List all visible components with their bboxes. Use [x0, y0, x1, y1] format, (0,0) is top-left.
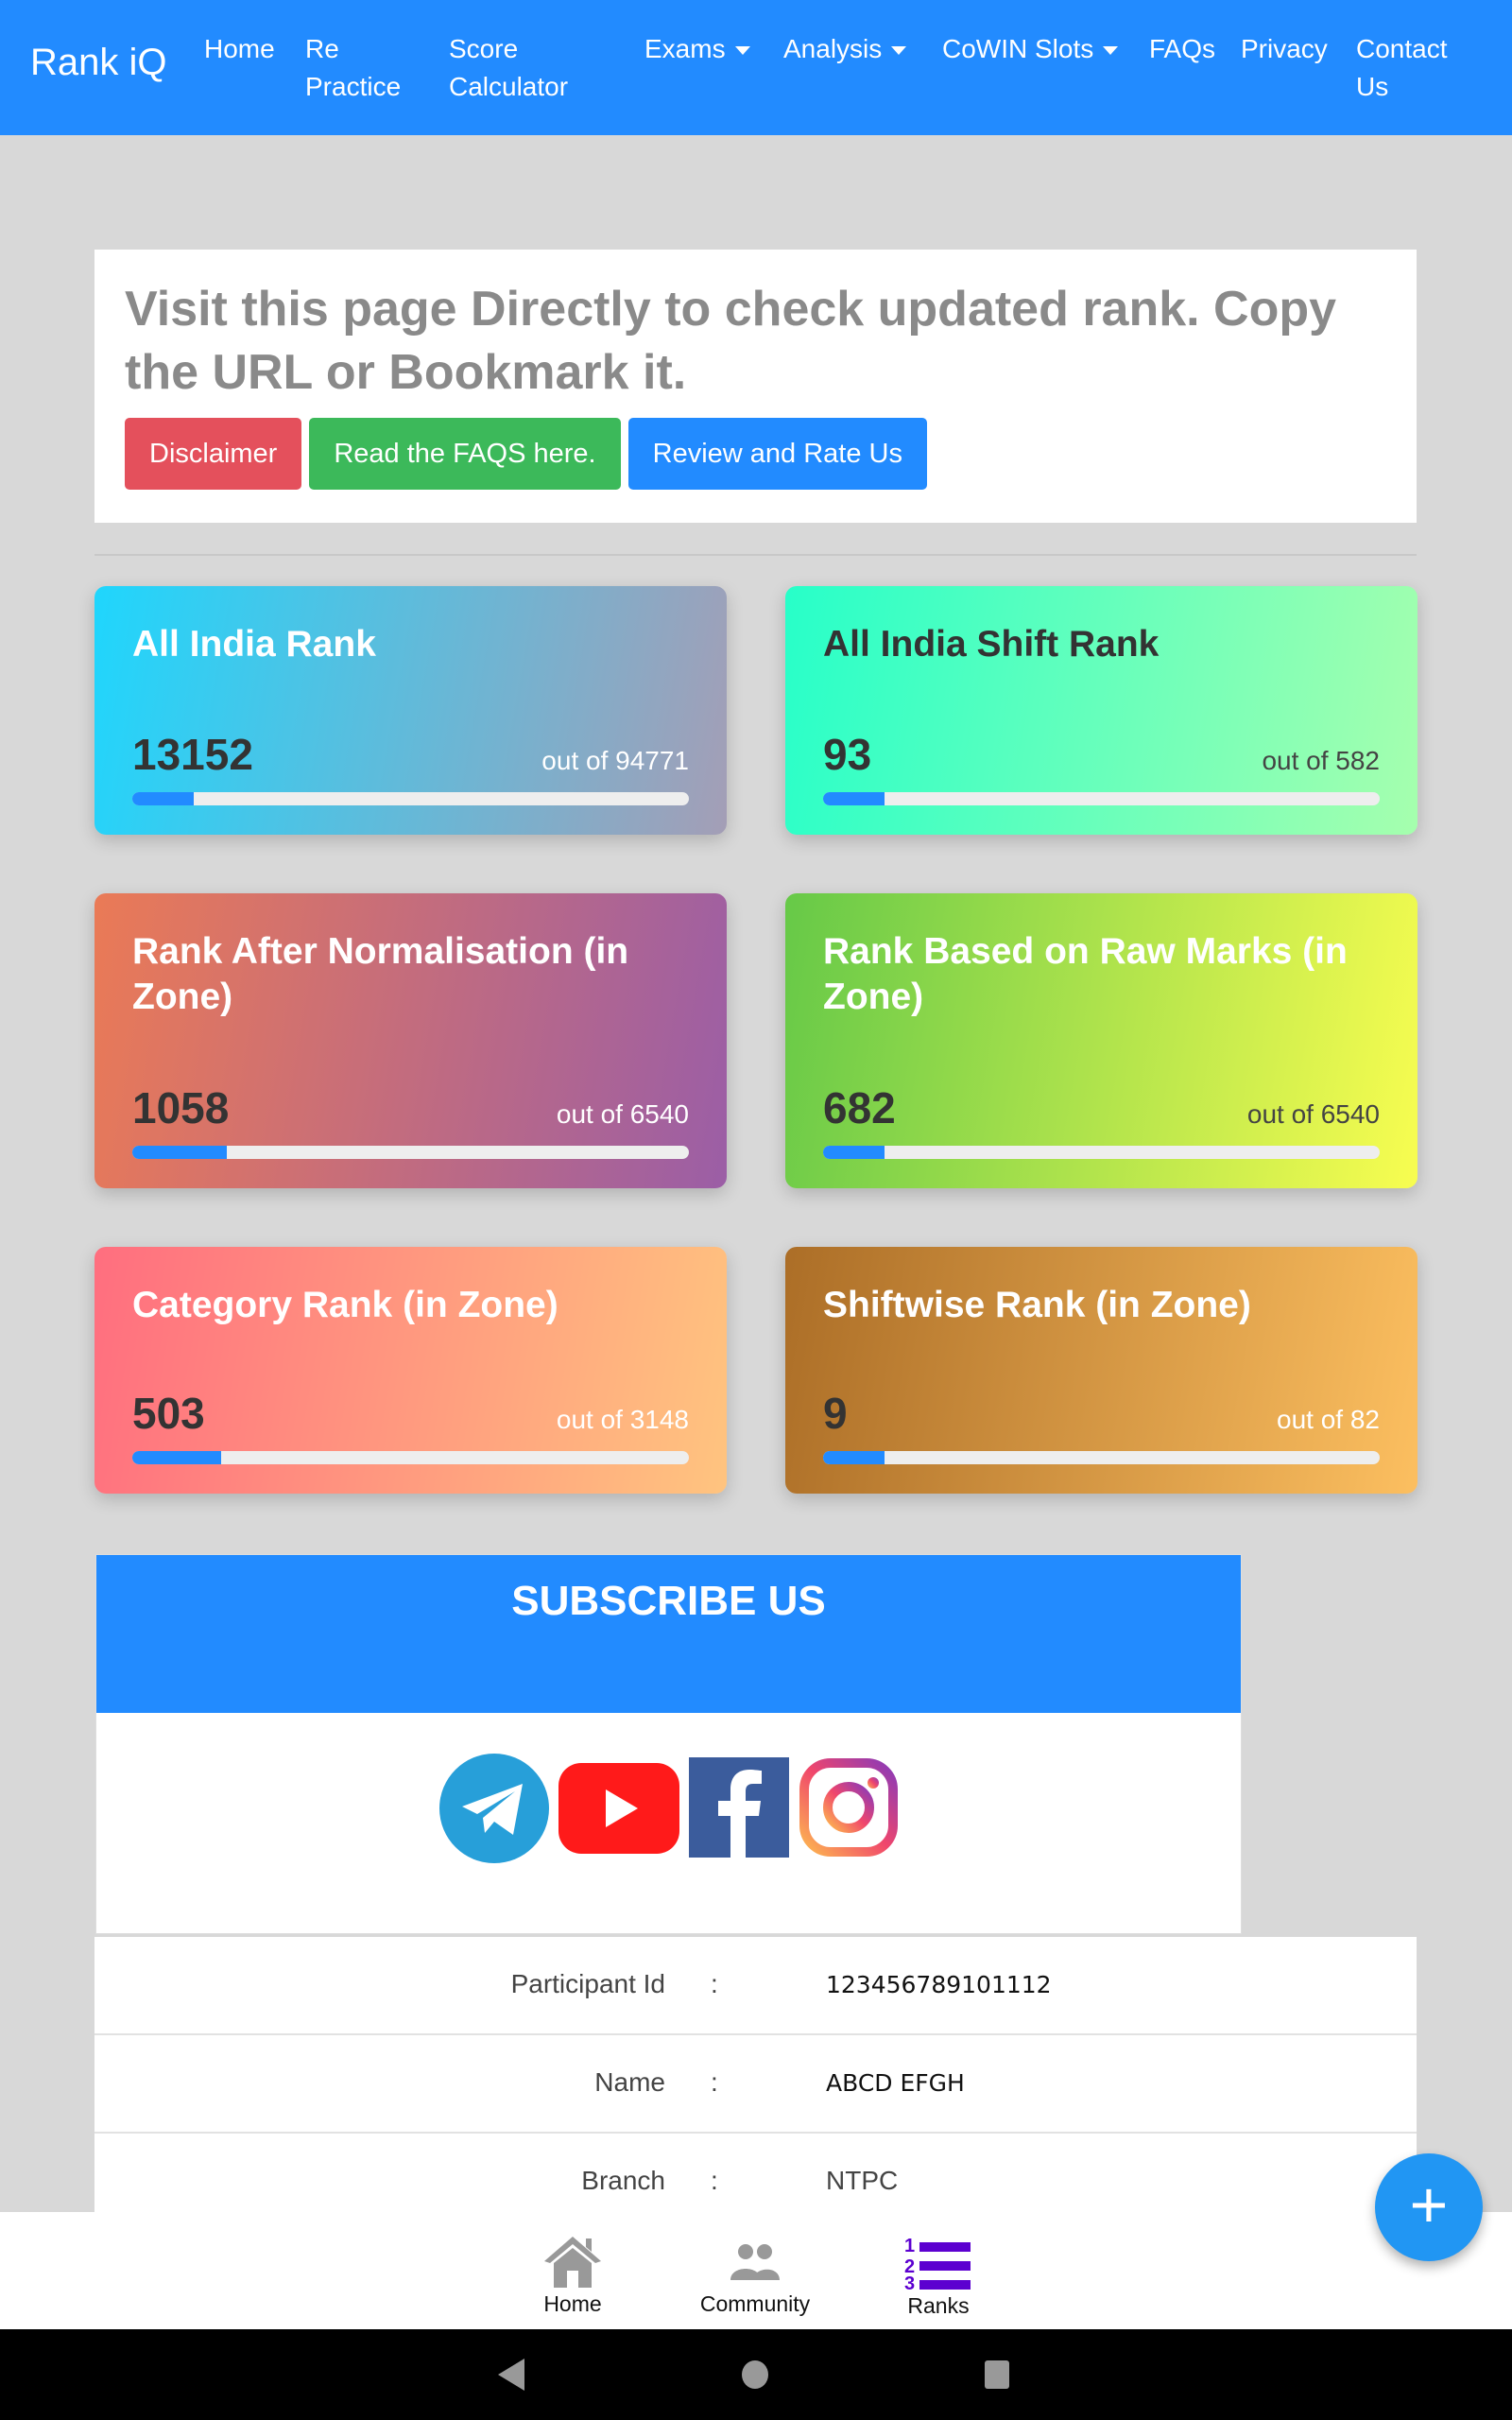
nav-home[interactable]: Home: [204, 30, 275, 68]
rank-progress-bar: [823, 792, 1380, 805]
rank-total: out of 582: [1262, 746, 1380, 775]
bottom-nav-ranks[interactable]: 123 Ranks: [863, 2235, 1014, 2319]
rank-title: All India Rank: [132, 624, 376, 665]
all-india-shift-rank-card: All India Shift Rank 93 out of 582: [785, 586, 1418, 835]
rank-progress-fill: [132, 1451, 222, 1464]
rank-value: 13152: [132, 730, 253, 779]
nav-exams-dropdown[interactable]: Exams: [644, 30, 750, 68]
review-rate-button[interactable]: Review and Rate Us: [627, 418, 927, 490]
nav-score-calculator[interactable]: Score Calculator: [449, 30, 591, 106]
rank-value: 93: [823, 730, 872, 779]
nav-cowin-label: CoWIN Slots: [942, 34, 1094, 63]
top-navbar: Rank iQ Home Re Practice Score Calculato…: [0, 0, 1512, 135]
nav-cowin-dropdown[interactable]: CoWIN Slots: [942, 30, 1119, 68]
divider: [94, 554, 1417, 556]
rank-progress-fill: [823, 1451, 885, 1464]
info-row: Participant Id: 123456789101112: [94, 1937, 1417, 2035]
caret-down-icon: [891, 46, 907, 56]
nav-analysis-dropdown[interactable]: Analysis: [783, 30, 907, 68]
shiftwise-zone-rank-card: Shiftwise Rank (in Zone) 9 out of 82: [785, 1247, 1418, 1494]
recents-icon[interactable]: [983, 2359, 1011, 2391]
all-india-rank-card: All India Rank 13152 out of 94771: [94, 586, 727, 835]
rank-title: Rank Based on Raw Marks (in Zone): [823, 931, 1348, 1017]
youtube-icon[interactable]: [558, 1763, 679, 1854]
caret-down-icon: [1103, 46, 1119, 56]
instagram-icon[interactable]: [799, 1757, 899, 1858]
info-value: 123456789101112: [826, 1971, 1052, 1998]
rank-value: 682: [823, 1083, 896, 1132]
disclaimer-button[interactable]: Disclaimer: [125, 418, 302, 490]
category-zone-rank-card: Category Rank (in Zone) 503 out of 3148: [94, 1247, 727, 1494]
svg-text:1: 1: [904, 2236, 915, 2256]
info-colon: :: [711, 2166, 718, 2195]
rank-value: 9: [823, 1389, 848, 1438]
bottom-nav-ranks-label: Ranks: [907, 2293, 970, 2318]
rank-progress-bar: [132, 1451, 689, 1464]
rank-progress-bar: [132, 1146, 689, 1159]
caret-down-icon: [734, 46, 750, 56]
telegram-icon[interactable]: [438, 1754, 549, 1863]
rank-progress-bar: [823, 1451, 1380, 1464]
notice-text: Visit this page Directly to check update…: [125, 282, 1337, 400]
back-icon[interactable]: [498, 2359, 526, 2391]
rank-progress-fill: [132, 792, 194, 805]
info-row: Name: ABCD EFGH: [94, 2035, 1417, 2134]
rank-progress-bar: [132, 792, 689, 805]
rank-title: Category Rank (in Zone): [132, 1285, 558, 1325]
rank-total: out of 82: [1277, 1405, 1380, 1434]
home-icon: [544, 2237, 601, 2288]
rank-progress-bar: [823, 1146, 1380, 1159]
rank-total: out of 3148: [556, 1405, 689, 1434]
rank-title: Rank After Normalisation (in Zone): [132, 931, 629, 1017]
nav-contact-us[interactable]: Contact Us: [1356, 30, 1460, 106]
svg-text:3: 3: [904, 2273, 915, 2290]
info-label: Branch: [581, 2166, 665, 2195]
home-circle-icon[interactable]: [741, 2359, 769, 2391]
rank-value: 1058: [132, 1083, 230, 1132]
ranks-list-icon: 123: [904, 2236, 971, 2290]
rank-total: out of 94771: [541, 746, 689, 775]
rank-title: Shiftwise Rank (in Zone): [823, 1285, 1251, 1325]
bottom-nav-community-label: Community: [699, 2291, 811, 2316]
bottom-nav-home-label: Home: [543, 2291, 602, 2316]
nav-exams-label: Exams: [644, 34, 726, 63]
info-label: Participant Id: [510, 1969, 665, 1998]
raw-marks-zone-rank-card: Rank Based on Raw Marks (in Zone) 682 out…: [785, 893, 1418, 1188]
rank-progress-fill: [823, 792, 885, 805]
rank-progress-fill: [132, 1146, 228, 1159]
facebook-icon[interactable]: [688, 1757, 789, 1858]
rank-title: All India Shift Rank: [823, 624, 1160, 665]
bottom-nav-community[interactable]: Community: [679, 2235, 831, 2317]
community-icon: [727, 2235, 783, 2288]
participant-info-table: Participant Id: 123456789101112 Name: ABCD…: [94, 1937, 1417, 2221]
subscribe-title: SUBSCRIBE US: [96, 1555, 1241, 1713]
info-colon: :: [711, 1969, 718, 1998]
rank-total: out of 6540: [556, 1099, 689, 1129]
rank-progress-fill: [823, 1146, 885, 1159]
bottom-nav: Home Community 123 Ranks: [0, 2212, 1512, 2329]
nav-re-practice[interactable]: Re Practice: [305, 30, 401, 106]
nav-analysis-label: Analysis: [783, 34, 883, 63]
notice-card: Visit this page Directly to check update…: [94, 250, 1417, 523]
system-nav-bar: [0, 2329, 1512, 2420]
rank-value: 503: [132, 1389, 205, 1438]
rank-total: out of 6540: [1246, 1099, 1380, 1129]
info-value: NTPC: [826, 2166, 899, 2195]
nav-privacy[interactable]: Privacy: [1241, 30, 1328, 68]
normalised-zone-rank-card: Rank After Normalisation (in Zone) 1058 o…: [94, 893, 727, 1188]
info-value: ABCD EFGH: [826, 2069, 965, 2097]
brand-logo[interactable]: Rank iQ: [30, 42, 167, 84]
subscribe-box: SUBSCRIBE US: [95, 1554, 1242, 1934]
bottom-nav-home[interactable]: Home: [497, 2235, 648, 2317]
info-colon: :: [711, 2067, 718, 2097]
info-label: Name: [594, 2067, 665, 2097]
add-fab-button[interactable]: +: [1375, 2153, 1483, 2261]
faqs-button[interactable]: Read the FAQS here.: [309, 418, 621, 490]
nav-faqs[interactable]: FAQs: [1149, 30, 1215, 68]
